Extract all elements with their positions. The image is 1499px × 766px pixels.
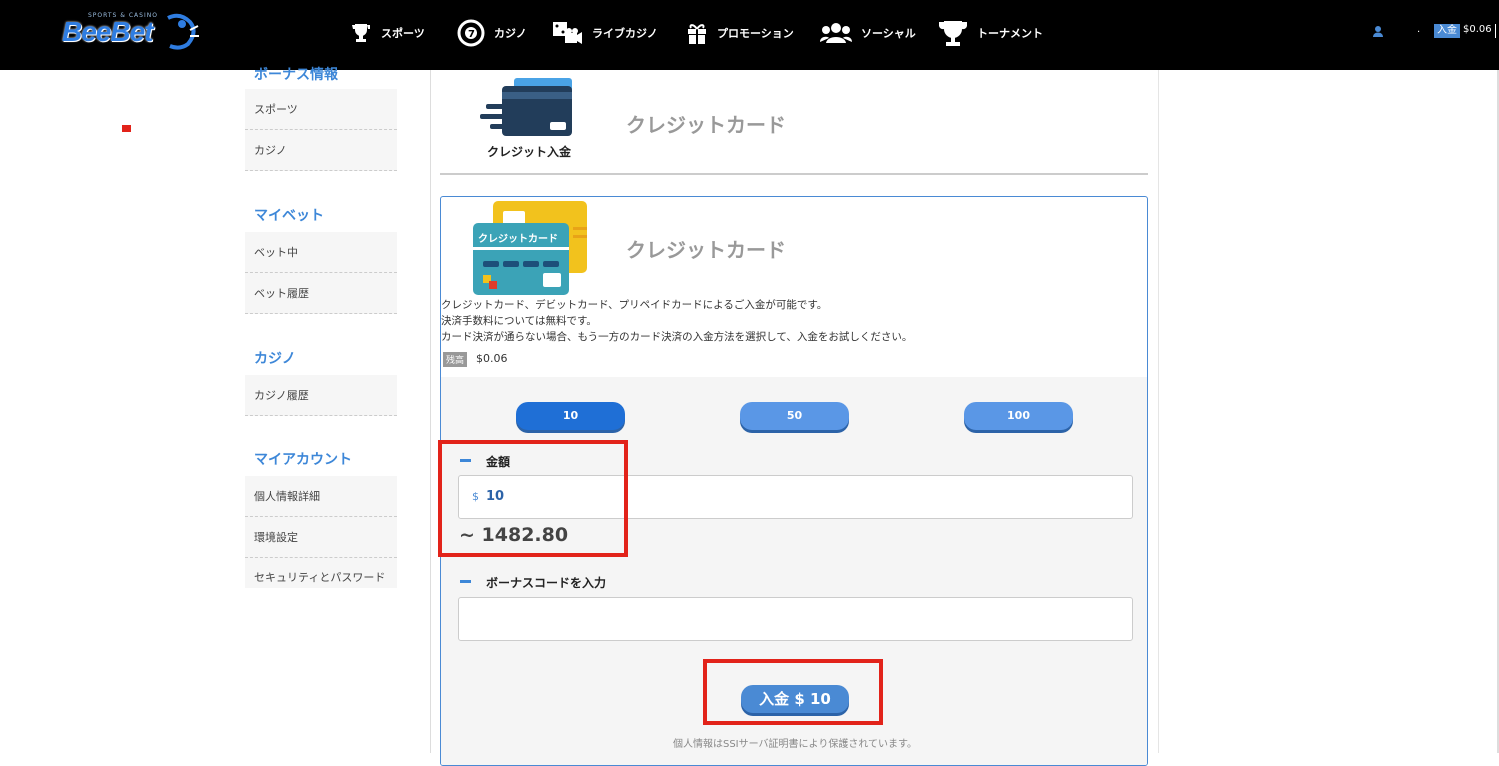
- cup-icon: [939, 21, 967, 46]
- nav-tournament-label: トーナメント: [977, 27, 1043, 40]
- nav-live-casino-label: ライブカジノ: [592, 27, 658, 40]
- card-icon-label: クレジットカード: [478, 234, 558, 245]
- description-line-2: 決済手数料については無料です。: [441, 315, 597, 327]
- users-icon: [820, 23, 852, 43]
- preset-amount-50[interactable]: 50: [740, 402, 849, 430]
- bonus-code-input[interactable]: [458, 597, 1133, 641]
- header-divider: [440, 173, 1148, 175]
- preset-amount-10[interactable]: 10: [516, 402, 625, 430]
- content-divider-left: [430, 70, 431, 753]
- nav-live-casino[interactable]: ライブカジノ: [551, 18, 658, 48]
- roulette-icon: 7: [457, 19, 485, 47]
- account-username[interactable]: .: [1417, 24, 1420, 35]
- nav-social-label: ソーシャル: [861, 27, 916, 40]
- sidebar-heading-casino: カジノ: [254, 351, 296, 367]
- balance-tag: 残高: [443, 352, 468, 367]
- nav-sports[interactable]: スポーツ: [350, 18, 425, 48]
- security-note: 個人情報はSSIサーバ証明書により保護されています。: [672, 739, 918, 750]
- sidebar-item-security[interactable]: セキュリティとパスワード: [245, 558, 397, 588]
- nav-promotion-label: プロモーション: [717, 27, 794, 40]
- description-line-3: カード決済が通らない場合、もう一方のカード決済の入金方法を選択して、入金をお試し…: [441, 331, 913, 343]
- balance-value: $0.06: [476, 352, 508, 365]
- trophy-icon: [352, 24, 370, 42]
- nav-tournament[interactable]: トーナメント: [938, 18, 1043, 48]
- dice-camera-icon: [553, 22, 582, 44]
- amount-highlight-box: [438, 440, 628, 557]
- sidebar-heading-account: マイアカウント: [254, 452, 352, 468]
- sidebar-item-personal-info[interactable]: 個人情報詳細: [245, 476, 397, 517]
- header-balance: $0.06: [1463, 24, 1492, 35]
- header-deposit-button[interactable]: 入金: [1434, 24, 1460, 38]
- user-icon[interactable]: [1373, 26, 1383, 37]
- nav-social[interactable]: ソーシャル: [820, 18, 916, 48]
- bonus-code-label: ボーナスコードを入力: [486, 576, 607, 590]
- panel-title: クレジットカード: [626, 238, 786, 262]
- red-marker: [122, 125, 131, 132]
- credit-card-icon: [473, 201, 587, 295]
- svg-text:7: 7: [468, 29, 475, 40]
- sidebar-item-preferences[interactable]: 環境設定: [245, 517, 397, 558]
- sidebar-heading-mybet: マイベット: [254, 208, 324, 224]
- top-header: SPORTS & CASINO BeeBet スポーツ 7 カジノ ライブカジノ…: [0, 0, 1499, 70]
- bonus-collapse-icon[interactable]: [460, 580, 471, 583]
- sidebar-item-open-bets[interactable]: ベット中: [245, 232, 397, 273]
- sidebar-item-bonus-sports[interactable]: スポーツ: [245, 89, 397, 130]
- nav-casino[interactable]: 7 カジノ: [457, 18, 527, 48]
- sidebar-heading-bonus: ボーナス情報: [254, 67, 338, 83]
- banner-caption: クレジット入金: [487, 145, 572, 159]
- nav-promotion[interactable]: プロモーション: [686, 18, 794, 48]
- nav-casino-label: カジノ: [494, 27, 527, 40]
- submit-highlight-box: [703, 659, 883, 725]
- gift-icon: [688, 24, 706, 44]
- method-title: クレジットカード: [626, 113, 786, 137]
- preset-amount-100[interactable]: 100: [964, 402, 1073, 430]
- sidebar-item-bet-history[interactable]: ベット履歴: [245, 273, 397, 314]
- description-line-1: クレジットカード、デビットカード、プリペイドカードによるご入金が可能です。: [441, 299, 828, 311]
- method-description: クレジットカード、デビットカード、プリペイドカードによるご入金が可能です。 決済…: [441, 297, 912, 345]
- content-divider-right: [1158, 70, 1159, 753]
- header-separator: [1495, 24, 1496, 38]
- sidebar-item-casino-history[interactable]: カジノ履歴: [245, 375, 397, 416]
- nav-sports-label: スポーツ: [381, 27, 425, 40]
- sidebar-item-bonus-casino[interactable]: カジノ: [245, 130, 397, 171]
- logo-text[interactable]: BeeBet: [62, 16, 153, 48]
